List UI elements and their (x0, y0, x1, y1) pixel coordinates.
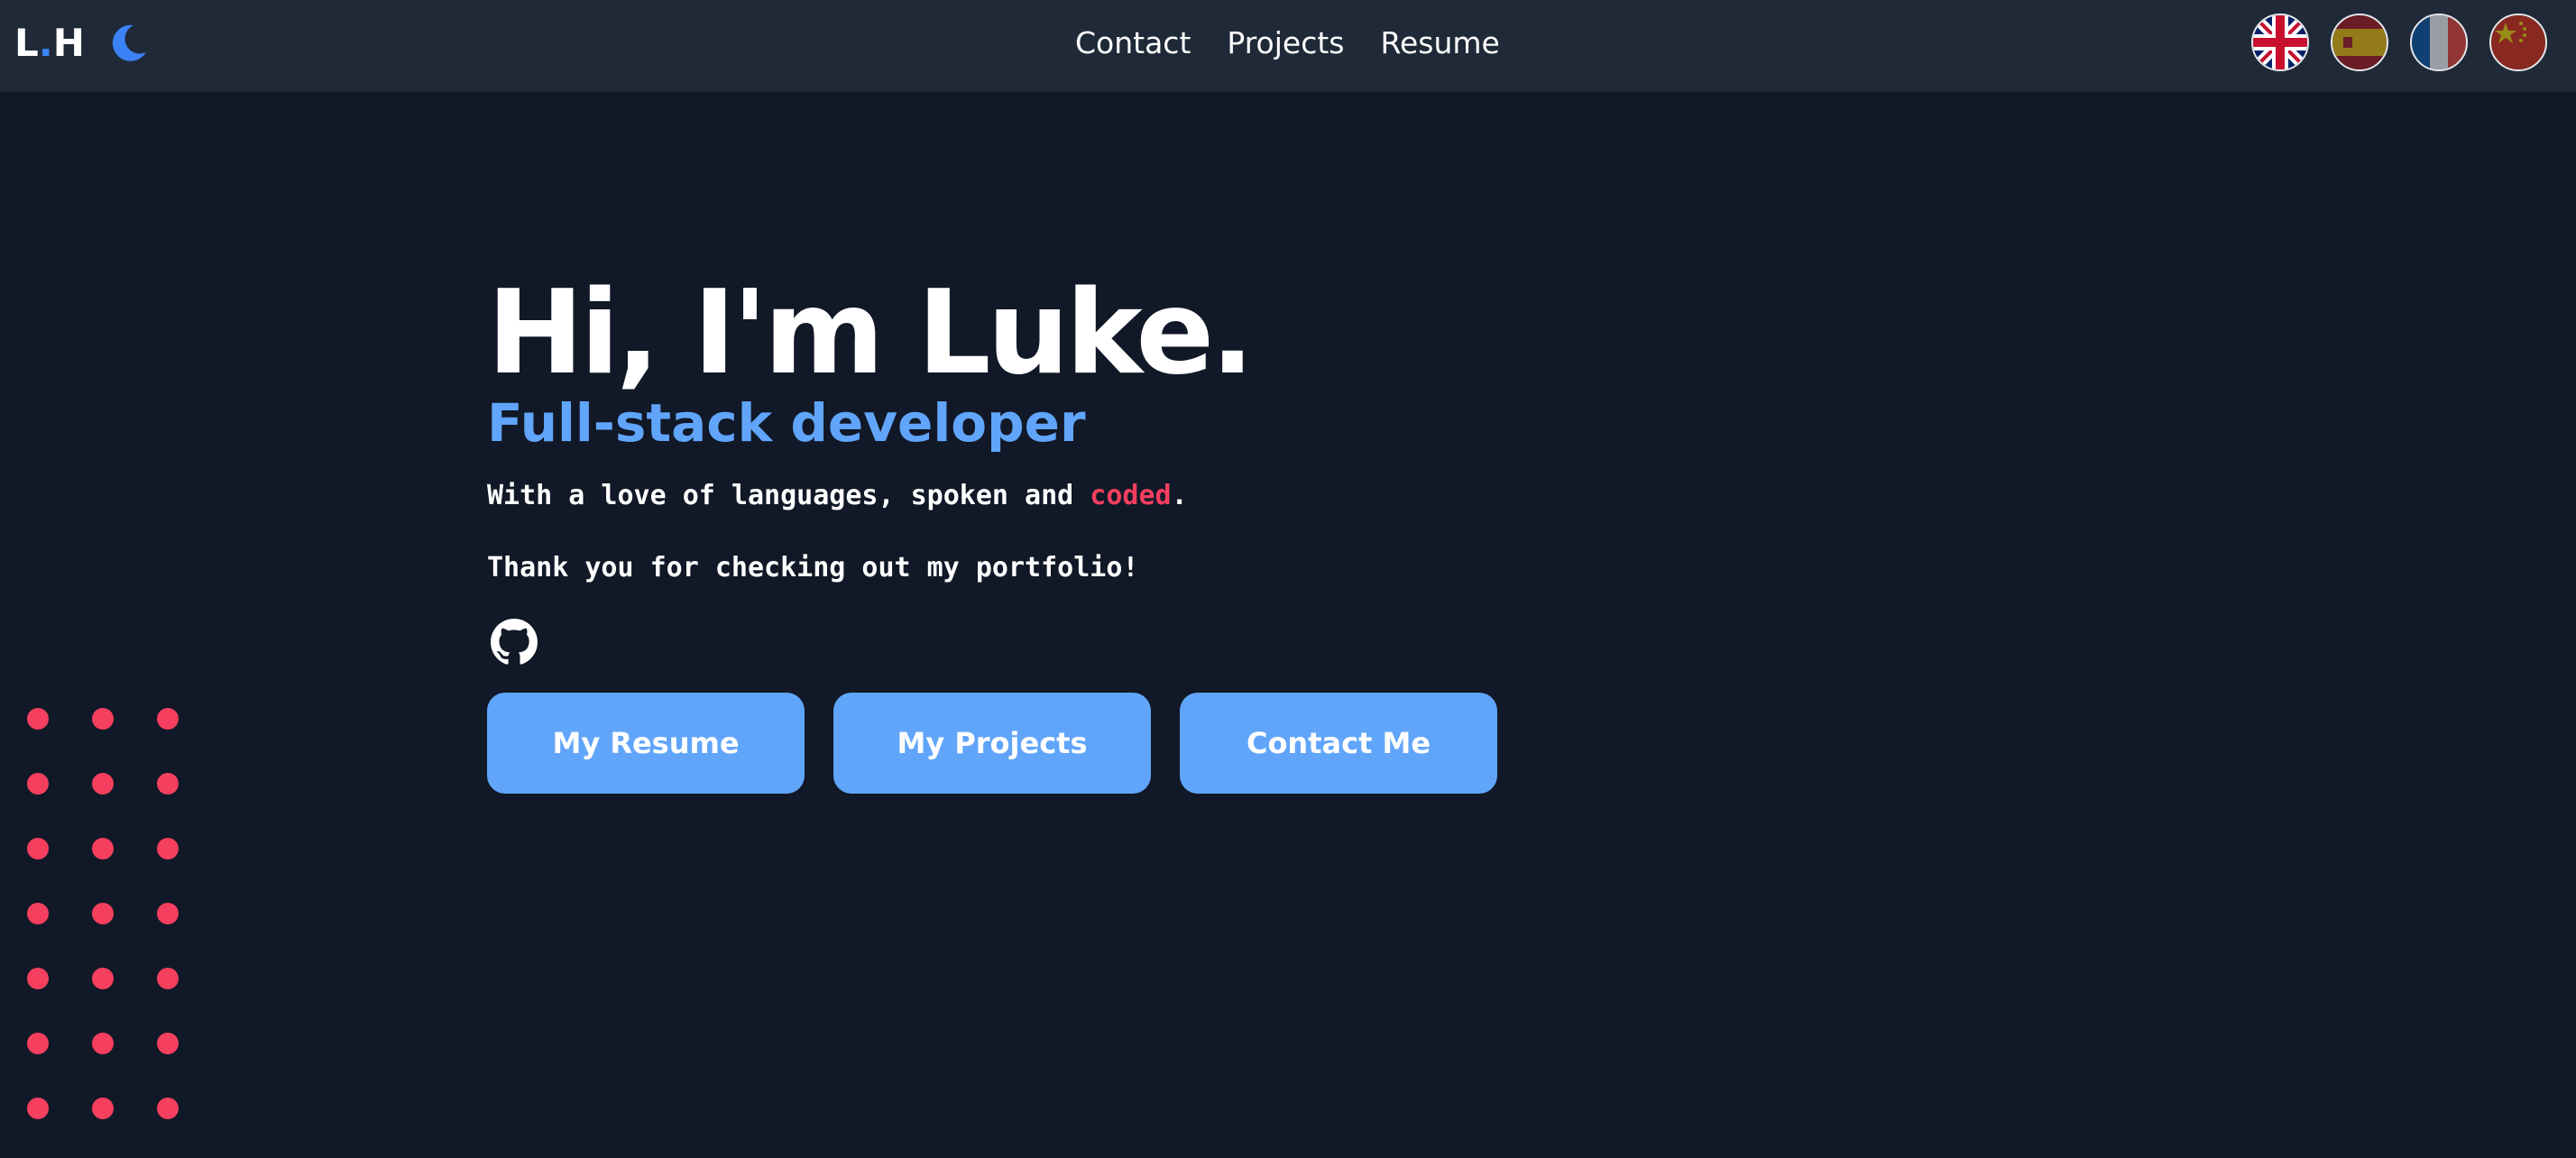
decorative-dot (27, 1033, 49, 1054)
my-resume-button[interactable]: My Resume (487, 693, 805, 794)
hero-section: Hi, I'm Luke. Full-stack developer With … (487, 271, 1497, 794)
nav-link-projects[interactable]: Projects (1227, 23, 1344, 63)
decorative-dot (92, 1098, 114, 1119)
nav-link-contact[interactable]: Contact (1075, 23, 1191, 63)
contact-me-button[interactable]: Contact Me (1180, 693, 1497, 794)
decorative-dot (27, 838, 49, 859)
decorative-dot (92, 903, 114, 924)
decorative-dot (27, 708, 49, 730)
decorative-dot (27, 1098, 49, 1119)
decorative-dot (27, 968, 49, 989)
decorative-dot (92, 773, 114, 795)
my-projects-button[interactable]: My Projects (833, 693, 1151, 794)
china-flag-icon[interactable] (2489, 14, 2547, 71)
decorative-dot (27, 903, 49, 924)
tagline: With a love of languages, spoken and cod… (487, 478, 1497, 514)
cta-buttons: My Resume My Projects Contact Me (487, 693, 1497, 794)
tagline-text: With a love of languages, spoken and (487, 480, 1090, 511)
decorative-dot (157, 968, 179, 989)
thanks-text: Thank you for checking out my portfolio! (487, 552, 1139, 584)
navbar: L.H Contact Projects Resume (0, 0, 2576, 92)
decorative-dot (157, 773, 179, 795)
language-selector (2251, 14, 2547, 71)
decorative-dot (157, 838, 179, 859)
tagline-accent: coded (1090, 480, 1172, 511)
decorative-dot (157, 708, 179, 730)
decorative-dot (157, 1033, 179, 1054)
decorative-dot-grid (27, 708, 179, 1119)
nav-links: Contact Projects Resume (1075, 23, 1500, 63)
decorative-dot (92, 968, 114, 989)
github-icon[interactable] (491, 619, 538, 666)
logo-left: L (14, 21, 39, 65)
france-flag-icon[interactable] (2410, 14, 2468, 71)
logo-right: H (52, 21, 85, 65)
logo[interactable]: L.H (14, 20, 85, 67)
tagline-end: . (1171, 480, 1188, 511)
decorative-dot (27, 773, 49, 795)
nav-link-resume[interactable]: Resume (1381, 23, 1500, 63)
decorative-dot (92, 838, 114, 859)
uk-flag-icon[interactable] (2251, 14, 2309, 71)
decorative-dot (92, 1033, 114, 1054)
decorative-dot (157, 1098, 179, 1119)
decorative-dot (92, 708, 114, 730)
hero-subtitle: Full-stack developer (487, 392, 1086, 454)
spain-flag-icon[interactable] (2331, 14, 2388, 71)
logo-dot: . (38, 21, 53, 65)
decorative-dot (157, 903, 179, 924)
moon-icon[interactable] (106, 22, 150, 65)
hero-title: Hi, I'm Luke. (487, 266, 1255, 400)
